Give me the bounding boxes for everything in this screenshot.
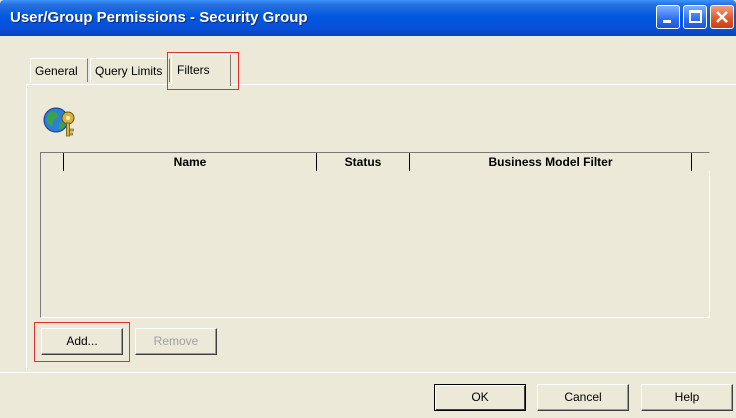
minimize-icon: [663, 20, 671, 23]
column-header-name[interactable]: Name: [64, 153, 317, 171]
remove-button[interactable]: Remove: [135, 328, 217, 355]
close-icon: [716, 11, 728, 23]
ok-button[interactable]: OK: [434, 384, 526, 411]
column-header-selector[interactable]: [41, 153, 64, 171]
filters-table[interactable]: Name Status Business Model Filter: [40, 152, 710, 318]
maximize-icon: [689, 10, 702, 23]
column-header-status[interactable]: Status: [317, 153, 410, 171]
globe-key-icon: [43, 107, 75, 137]
column-header-business-model-filter[interactable]: Business Model Filter: [410, 153, 692, 171]
title-bar[interactable]: User/Group Permissions - Security Group: [0, 0, 736, 36]
column-header-extra[interactable]: [692, 153, 710, 171]
divider: [0, 372, 736, 373]
maximize-button[interactable]: [683, 5, 707, 29]
window-title: User/Group Permissions - Security Group: [10, 9, 308, 26]
minimize-button[interactable]: [656, 5, 680, 29]
tab-query-limits[interactable]: Query Limits: [90, 58, 170, 82]
help-button[interactable]: Help: [641, 384, 733, 411]
cancel-button[interactable]: Cancel: [537, 384, 629, 411]
close-button[interactable]: [710, 5, 734, 29]
tab-filters[interactable]: Filters: [171, 54, 231, 86]
table-header: Name Status Business Model Filter: [41, 153, 710, 171]
add-button[interactable]: Add...: [41, 328, 123, 355]
tab-general[interactable]: General: [30, 58, 88, 82]
